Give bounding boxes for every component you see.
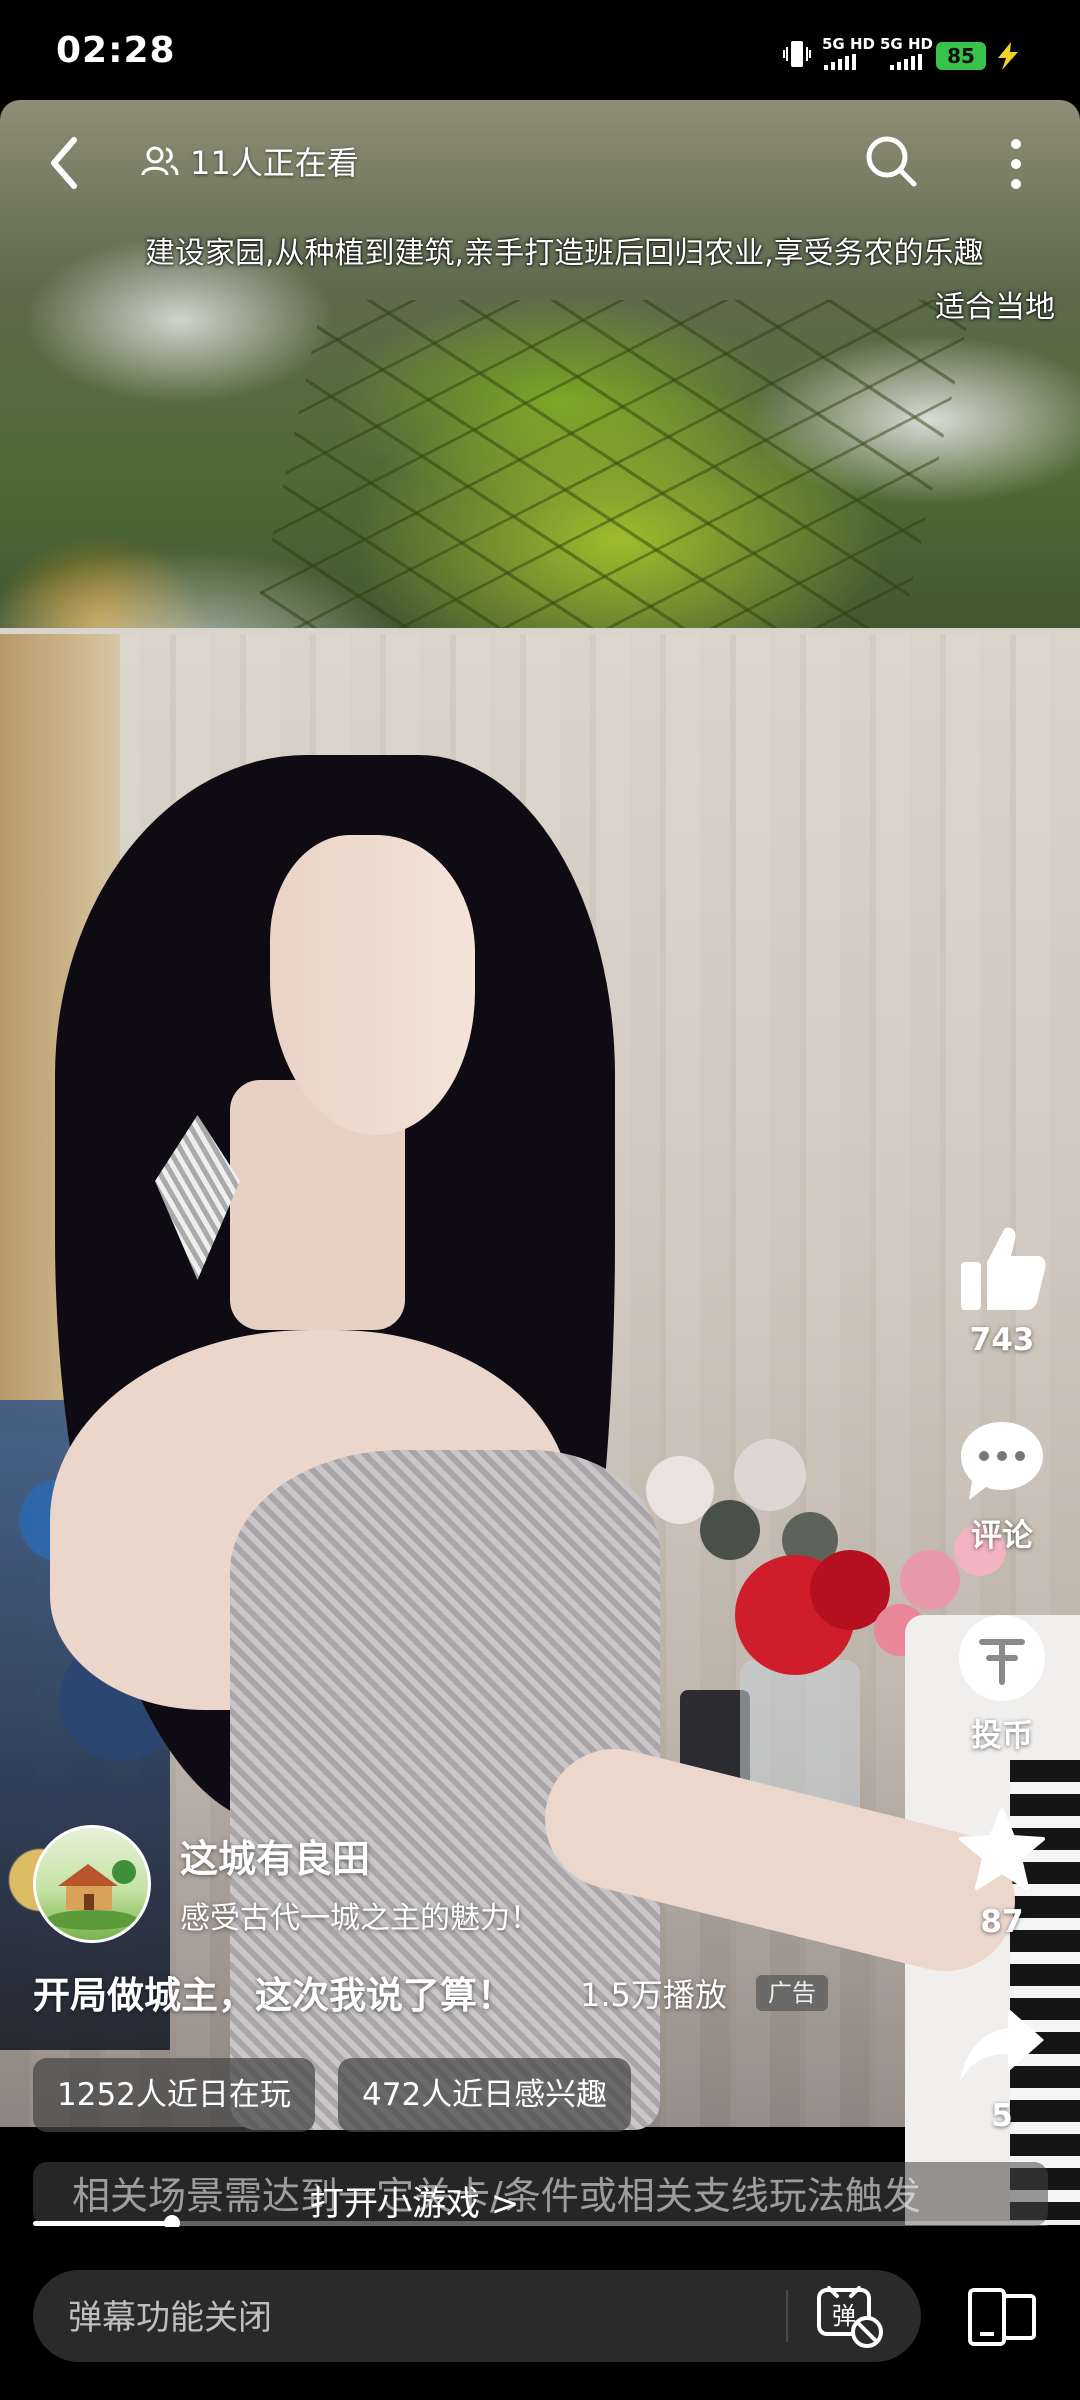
account-description: 感受古代一城之主的魅力！ [180,1901,540,1936]
comment-label: 评论 [971,1518,1033,1554]
signal-1-icon [824,54,856,70]
players-stat-chip: 1252人近日在玩 [33,2058,315,2132]
open-mini-game-label: 打开小游戏 > [310,2184,520,2224]
like-count: 743 [969,1322,1035,1358]
share-button[interactable]: 5 [950,2002,1054,2134]
favorite-count: 87 [980,1904,1024,1940]
more-options-button[interactable] [996,136,1036,192]
video-subtitle-line2: 适合当地 [935,290,1055,325]
progress-fill [33,2221,173,2226]
danmaku-toggle-button[interactable]: 弹 [815,2284,885,2350]
search-icon [866,136,917,187]
share-count: 5 [991,2098,1013,2134]
share-arrow-icon [960,2008,1044,2082]
video-title[interactable]: 开局做城主，这次我说了算！ [33,1965,514,2019]
play-count: 1.5万播放 [580,1976,727,2014]
game-logo-icon [46,1860,138,1930]
status-time: 02:28 [56,30,176,71]
danmaku-off-icon: 弹 [817,2286,883,2348]
screen-rotate-icon [968,2288,1036,2346]
ad-badge: 广告 [756,1975,828,2011]
back-button[interactable] [38,130,94,196]
network-type-2: 5G HD [880,35,933,53]
network-type-1: 5G HD [822,35,875,53]
signal-2-icon [890,54,922,70]
danmaku-placeholder: 弹幕功能关闭 [68,2298,272,2338]
coin-label: 投币 [971,1718,1033,1754]
viewer-count-text: 11人正在看 [190,144,359,182]
vibrate-icon [783,41,811,67]
favorite-button[interactable]: 87 [950,1806,1054,1940]
more-vertical-icon [1011,139,1021,189]
coin-icon [959,1615,1045,1701]
viewer-count: 11人正在看 [140,138,359,184]
video-subtitle: 建设家园,从种植到建筑,亲手打造班后回归农业,享受务农的乐趣 [145,236,984,271]
charging-icon [998,42,1018,70]
comment-bubble-icon [961,1422,1043,1500]
search-button[interactable] [862,132,920,190]
star-icon [959,1808,1045,1890]
like-button[interactable]: 743 [950,1222,1054,1358]
people-icon [141,146,179,176]
screen-rotate-button[interactable] [966,2286,1038,2348]
account-name[interactable]: 这城有良田 [180,1828,370,1883]
thumbs-up-icon [961,1227,1046,1310]
input-divider [786,2290,788,2342]
battery-level: 85 [936,42,986,70]
chevron-left-icon [51,137,77,189]
interest-stat-chip: 472人近日感兴趣 [338,2058,632,2132]
coin-button[interactable]: 投币 [950,1612,1054,1755]
account-avatar[interactable] [33,1825,151,1943]
progress-track[interactable] [33,2221,1048,2226]
comment-button[interactable]: 评论 [950,1418,1054,1555]
